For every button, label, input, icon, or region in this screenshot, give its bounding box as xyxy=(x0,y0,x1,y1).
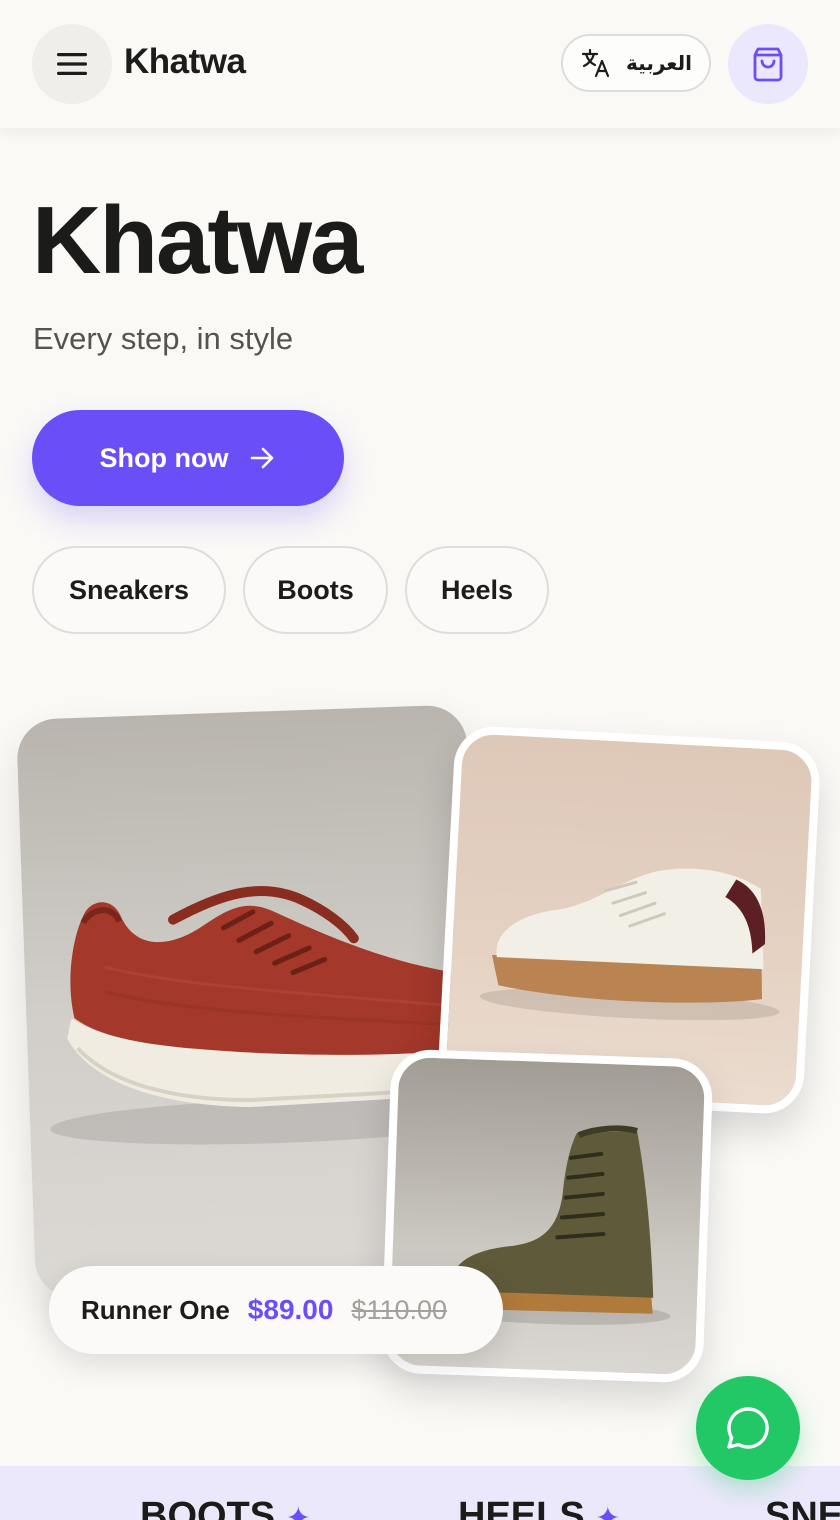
product-price: $89.00 xyxy=(247,1294,334,1325)
language-label: العربية xyxy=(626,52,692,75)
hero-title: Khatwa xyxy=(32,187,363,294)
brand-logo[interactable]: Khatwa xyxy=(124,42,246,82)
top-app-bar: Khatwa العربية xyxy=(0,0,840,128)
menu-button[interactable] xyxy=(32,24,112,104)
product-name: Runner One xyxy=(81,1294,230,1325)
featured-product-price-tag[interactable]: Runner One $89.00 $110.00 xyxy=(49,1266,503,1354)
sparkle-icon: ✦ xyxy=(285,1502,311,1520)
whatsapp-chat-button[interactable] xyxy=(696,1376,800,1480)
white-leather-sneaker-image xyxy=(479,868,780,1021)
arrow-right-icon xyxy=(251,447,274,469)
category-marquee: BOOTS ✦ HEELS ✦ SNE xyxy=(0,1466,840,1520)
category-chip-boots[interactable]: Boots xyxy=(243,546,388,634)
category-chips: Sneakers Boots Heels xyxy=(32,546,549,634)
language-switch-button[interactable]: العربية xyxy=(561,34,711,92)
product-old-price: $110.00 xyxy=(351,1294,448,1325)
category-chip-sneakers[interactable]: Sneakers xyxy=(32,546,226,634)
shop-now-label: Shop now xyxy=(99,442,229,473)
marquee-item: HEELS ✦ xyxy=(458,1496,620,1520)
shop-now-button[interactable]: Shop now xyxy=(32,410,344,506)
translate-icon xyxy=(581,48,610,78)
category-chip-heels[interactable]: Heels xyxy=(405,546,549,634)
marquee-item: SNE xyxy=(765,1495,840,1520)
hamburger-menu-icon xyxy=(57,53,87,75)
shopping-bag-icon xyxy=(753,47,783,82)
cart-button[interactable] xyxy=(728,24,808,104)
marquee-item: BOOTS ✦ xyxy=(140,1496,311,1520)
sparkle-icon: ✦ xyxy=(595,1502,621,1520)
chat-bubble-icon xyxy=(727,1407,769,1449)
hero-subtitle: Every step, in style xyxy=(33,321,294,356)
